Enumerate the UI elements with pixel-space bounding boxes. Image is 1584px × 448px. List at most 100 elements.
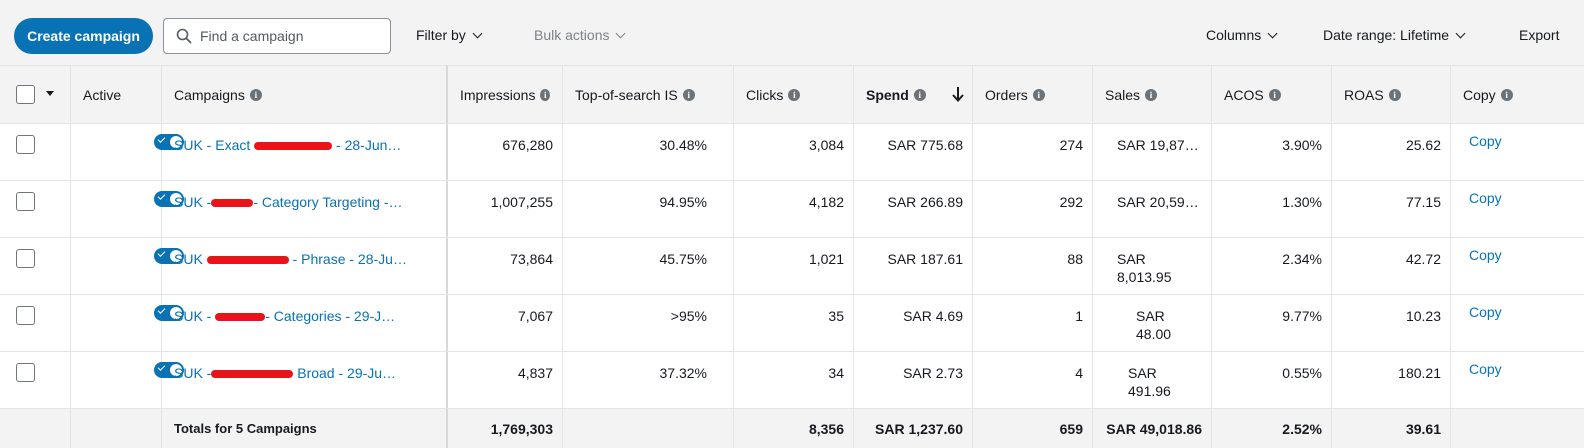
redaction-mark [254,142,333,151]
create-campaign-button[interactable]: Create campaign [14,18,153,54]
row-checkbox[interactable] [16,135,35,154]
header-campaigns[interactable]: Campaigns i [162,66,448,123]
spend-cell: SAR 187.61 [854,238,973,294]
sort-descending-icon[interactable] [952,86,964,102]
info-icon[interactable]: i [249,88,262,101]
table-row: SUK - - Category Targeting -… 1,007,255 9… [0,181,1584,238]
header-impressions-label: Impressions [460,86,536,103]
info-icon[interactable]: i [1032,88,1045,101]
copy-cell: Copy [1451,295,1584,351]
campaign-search-box[interactable] [163,18,391,54]
filter-by-dropdown[interactable]: Filter by [416,24,483,46]
sales-cell: SAR 19,87… [1093,124,1212,180]
campaign-name-prefix: SUK - [174,194,212,210]
info-icon[interactable]: i [540,88,550,101]
totals-impressions: 1,769,303 [448,409,563,448]
copy-link[interactable]: Copy [1469,133,1502,149]
header-spend[interactable]: Spend i [854,66,973,123]
export-button[interactable]: Export [1519,24,1559,46]
copy-cell: Copy [1451,238,1584,294]
totals-blank-cell [0,409,71,448]
info-icon[interactable]: i [1388,88,1401,101]
copy-cell: Copy [1451,352,1584,408]
acos-cell: 1.30% [1212,181,1332,237]
info-icon[interactable]: i [788,88,801,101]
active-cell [71,124,184,180]
columns-dropdown[interactable]: Columns [1206,24,1278,46]
totals-blank-cell [71,409,162,448]
select-cell [0,238,71,294]
copy-link[interactable]: Copy [1469,304,1502,320]
top-of-search-cell: 45.75% [563,238,734,294]
campaign-name-link[interactable]: SUK - Phrase - 28-Ju… [174,250,437,268]
sales-cell: SAR 8,013.95 [1093,238,1212,294]
campaign-name-link[interactable]: SUK - Broad - 29-Ju… [174,364,437,382]
table-row: SUK - - Categories - 29-J… 7,067 >95% 35… [0,295,1584,352]
bulk-actions-label: Bulk actions [534,27,610,43]
campaign-name-suffix: Broad - 29-Ju… [293,365,397,381]
campaign-cell: SUK - - Category Targeting -… [162,181,448,237]
copy-link[interactable]: Copy [1469,190,1502,206]
select-all-checkbox[interactable] [16,85,35,104]
header-copy-label: Copy [1463,86,1496,103]
campaign-name-link[interactable]: SUK - Exact - 28-Jun… [174,136,437,154]
header-top-of-search-label: Top-of-search IS [575,86,678,103]
active-cell [71,352,184,408]
header-acos-label: ACOS [1224,86,1264,103]
table-row: SUK - Broad - 29-Ju… 4,837 37.32% 34 SAR… [0,352,1584,409]
totals-orders: 659 [973,409,1093,448]
table-row: SUK - Exact - 28-Jun… 676,280 30.48% 3,0… [0,124,1584,181]
campaign-cell: SUK - - Categories - 29-J… [162,295,448,351]
table-header-row: Active Campaigns i Impressions i Top-of-se… [0,66,1584,124]
info-icon[interactable]: i [913,88,926,101]
header-orders[interactable]: Orders i [973,66,1093,123]
sales-cell: SAR 20,59… [1093,181,1212,237]
header-orders-label: Orders [985,86,1028,103]
sales-cell: SAR 491.96 [1093,352,1212,408]
header-active-label: Active [83,86,122,103]
redaction-mark [215,313,266,322]
acos-cell: 2.34% [1212,238,1332,294]
roas-cell: 180.21 [1332,352,1451,408]
orders-cell: 88 [973,238,1093,294]
header-spend-label: Spend [866,86,909,103]
campaign-name-prefix: SUK [174,251,207,267]
header-clicks[interactable]: Clicks i [734,66,854,123]
roas-cell: 25.62 [1332,124,1451,180]
date-range-dropdown[interactable]: Date range: Lifetime [1323,24,1466,46]
impressions-cell: 7,067 [448,295,563,351]
totals-label: Totals for 5 Campaigns [162,409,448,448]
header-acos[interactable]: ACOS i [1212,66,1332,123]
info-icon[interactable]: i [682,88,695,101]
active-cell [71,181,184,237]
row-checkbox[interactable] [16,249,35,268]
info-icon[interactable]: i [1268,88,1281,101]
row-checkbox[interactable] [16,192,35,211]
totals-blank-cell [563,409,734,448]
search-input[interactable] [200,28,370,44]
row-checkbox[interactable] [16,363,35,382]
bulk-actions-dropdown[interactable]: Bulk actions [534,24,626,46]
copy-link[interactable]: Copy [1469,361,1502,377]
header-sales[interactable]: Sales i [1093,66,1212,123]
copy-link[interactable]: Copy [1469,247,1502,263]
chevron-down-icon [1455,28,1466,38]
impressions-cell: 1,007,255 [448,181,563,237]
header-top-of-search[interactable]: Top-of-search IS i [563,66,734,123]
orders-cell: 4 [973,352,1093,408]
campaign-cell: SUK - Exact - 28-Jun… [162,124,448,180]
sales-cell: SAR 48.00 [1093,295,1212,351]
top-of-search-cell: 94.95% [563,181,734,237]
campaign-name-link[interactable]: SUK - - Categories - 29-J… [174,307,437,325]
copy-cell: Copy [1451,181,1584,237]
impressions-cell: 676,280 [448,124,563,180]
active-cell [71,238,184,294]
info-icon[interactable]: i [1500,88,1513,101]
chevron-down-icon [1267,28,1278,38]
campaign-name-link[interactable]: SUK - - Category Targeting -… [174,193,437,211]
caret-down-icon[interactable] [46,91,54,97]
info-icon[interactable]: i [1145,88,1158,101]
row-checkbox[interactable] [16,306,35,325]
header-roas[interactable]: ROAS i [1332,66,1451,123]
header-impressions[interactable]: Impressions i [448,66,563,123]
